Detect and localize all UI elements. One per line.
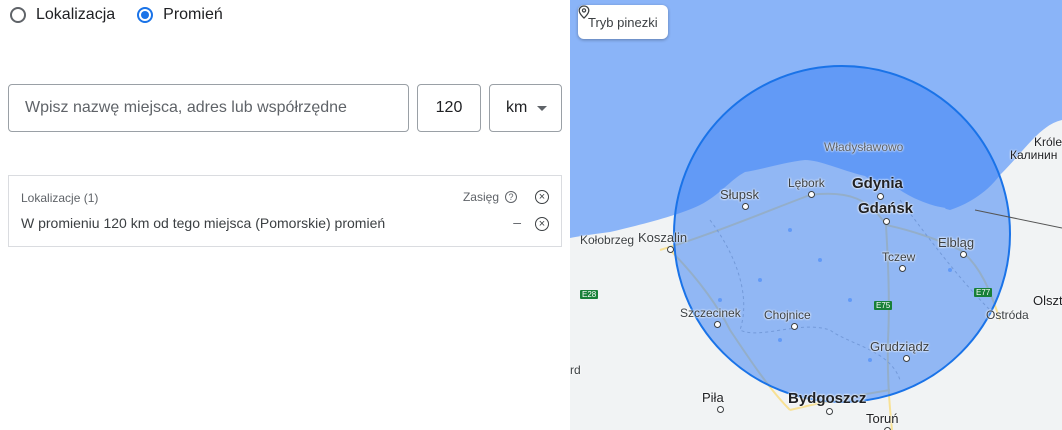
pin-mode-button[interactable]: Tryb pinezki — [578, 5, 668, 39]
map-city-label: Koszalin — [638, 230, 688, 245]
map-city-marker — [825, 408, 833, 415]
map-road-shield: E75 — [874, 301, 893, 310]
radius-circle — [673, 65, 1011, 403]
map-city-marker — [959, 251, 967, 258]
unit-select[interactable]: km — [489, 84, 562, 132]
locations-panel: Lokalizacje (1) Zasięg ? × W promieniu 1… — [8, 175, 562, 247]
place-search-input[interactable]: Wpisz nazwę miejsca, adres lub współrzęd… — [8, 84, 409, 132]
remove-all-button[interactable]: × — [535, 190, 549, 204]
map-road-shield: E77 — [974, 288, 993, 297]
map-city-label: Grudziądz — [870, 339, 930, 354]
map-city-marker — [898, 265, 906, 272]
radio-lokalizacja-label[interactable]: Lokalizacja — [36, 6, 115, 24]
dropdown-caret-icon — [537, 106, 547, 111]
location-row-text: W promieniu 120 km od tego miejsca (Pomo… — [21, 215, 386, 231]
radio-promien-label[interactable]: Promień — [163, 6, 223, 24]
pin-mode-label: Tryb pinezki — [588, 14, 658, 30]
map-city-label: Chojnice — [764, 308, 811, 322]
radio-promien[interactable] — [137, 7, 154, 23]
radio-selected-dot — [141, 11, 150, 19]
radius-input[interactable]: 120 — [417, 84, 481, 132]
map-city-label: Калинин — [1010, 148, 1058, 162]
map-canvas — [570, 0, 1062, 430]
map-city-marker — [790, 323, 798, 330]
map-pin-icon — [578, 5, 590, 19]
map-city-label: Gdańsk — [858, 200, 914, 217]
map-city-label: Olszt — [1033, 293, 1062, 308]
locations-header: Lokalizacje (1) — [21, 191, 99, 205]
map-city-label: Władysławowo — [824, 140, 904, 154]
map-city-label: Piła — [702, 390, 724, 405]
unit-select-value: km — [506, 99, 528, 116]
map-city-label: Gdynia — [852, 175, 903, 192]
map-city-label: Tczew — [882, 250, 916, 264]
map-city-label: Elbląg — [938, 235, 975, 250]
map-city-marker — [713, 321, 721, 328]
map-city-marker — [741, 203, 749, 210]
map-city-label: Szczecinek — [680, 306, 741, 320]
remove-location-button[interactable]: × — [535, 217, 549, 231]
radio-lokalizacja[interactable] — [10, 7, 26, 23]
map-city-label: Ostróda — [986, 308, 1029, 322]
targeting-mode-radios: Lokalizacja Promień — [10, 6, 245, 24]
map-city-label: Toruń — [866, 411, 899, 426]
location-row-range: – — [513, 214, 521, 230]
map-city-marker — [902, 355, 910, 362]
map-city-label: Kołobrzeg — [580, 233, 635, 247]
map-view[interactable]: Tryb pinezki Władysławowo Słupsk Lębork Gdy… — [570, 0, 1062, 430]
map-city-marker — [716, 406, 724, 413]
map-road-shield: E28 — [580, 290, 599, 299]
help-icon[interactable]: ? — [505, 191, 517, 203]
range-header: Zasięg ? — [463, 190, 517, 204]
map-city-label: rd — [570, 363, 581, 377]
map-city-label: Królew — [1034, 135, 1062, 149]
map-city-label: Lębork — [788, 176, 825, 190]
map-city-label: Bydgoszcz — [788, 390, 867, 407]
map-city-label: Słupsk — [720, 187, 760, 202]
targeting-panel: Lokalizacja Promień Wpisz nazwę miejsca,… — [0, 0, 570, 430]
range-label: Zasięg — [462, 190, 499, 204]
